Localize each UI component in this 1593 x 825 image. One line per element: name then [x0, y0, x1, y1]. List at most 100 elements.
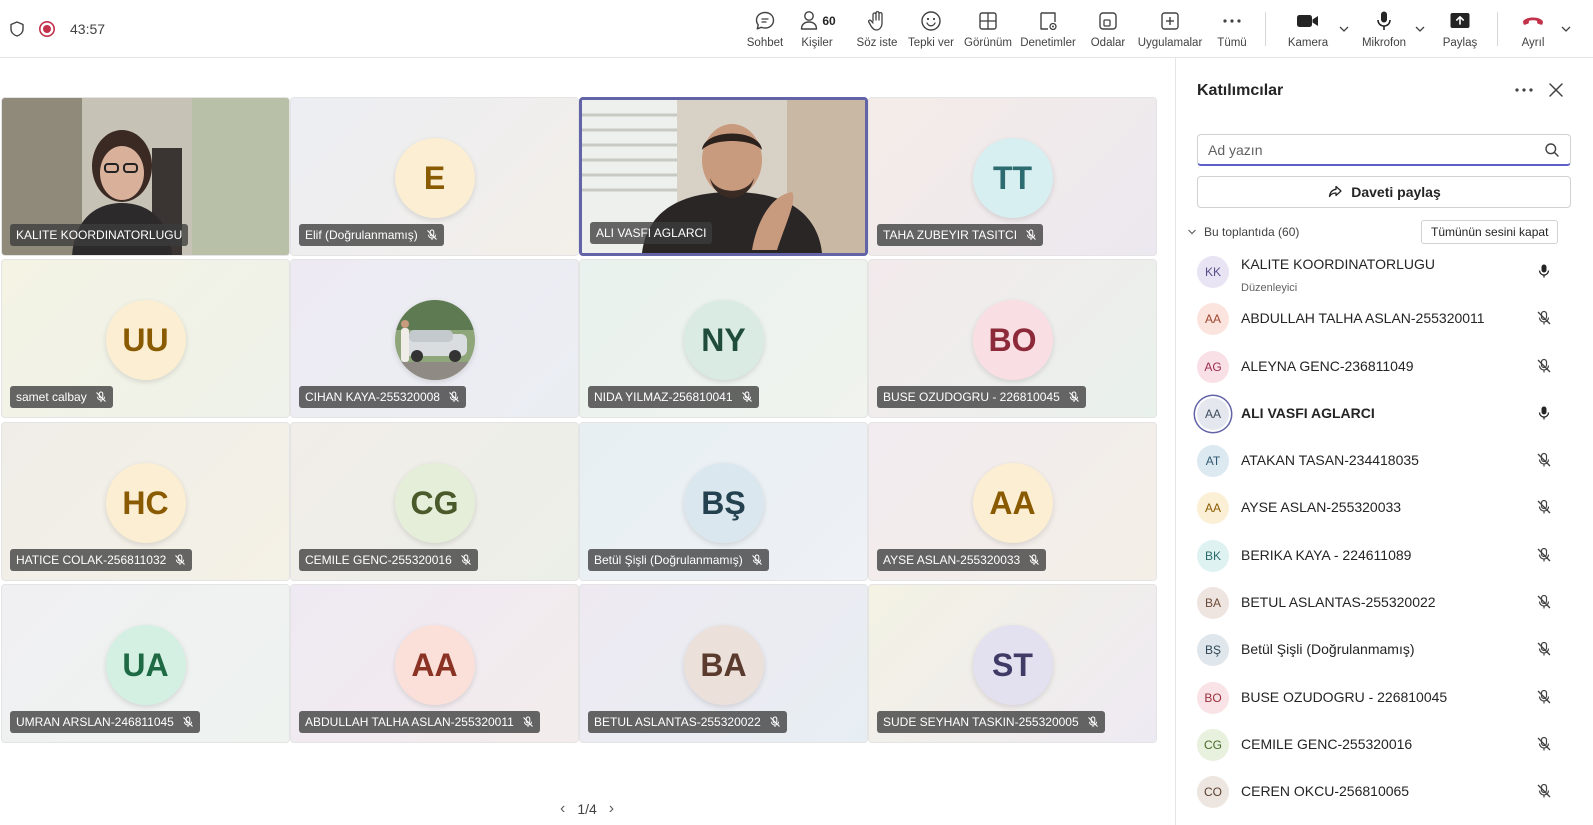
participant-row[interactable]: BO BUSE OZUDOGRU - 226810045 [1176, 674, 1593, 721]
participants-panel: Katılımcılar Daveti paylaş Bu toplantıda… [1175, 58, 1593, 825]
participant-name-label: KALITE KOORDINATORLUGU [10, 224, 189, 246]
avatar: AA [394, 625, 475, 705]
participant-name-label: UMRAN ARSLAN-246811045 [10, 711, 200, 733]
mic-muted-icon[interactable] [1536, 358, 1552, 379]
participant-tile[interactable]: E Elif (Doğrulanmamış) [290, 97, 579, 256]
participant-name: ALEYNA GENC-236811049 [1241, 357, 1414, 374]
participant-row[interactable]: AG ALEYNA GENC-236811049 [1176, 343, 1593, 390]
avatar: HC [105, 463, 186, 543]
mic-muted-icon [182, 716, 194, 728]
people-button[interactable]: 60 Kişiler [794, 8, 840, 62]
leave-button[interactable]: Ayrıl [1516, 8, 1550, 56]
more-options-icon[interactable] [1512, 80, 1536, 100]
participant-tile[interactable]: BO BUSE OZUDOGRU - 226810045 [868, 259, 1157, 418]
more-button[interactable]: Tümü [1216, 8, 1248, 56]
participant-tile[interactable]: AA AYSE ASLAN-255320033 [868, 422, 1157, 581]
avatar: AA [972, 463, 1053, 543]
participant-tile[interactable]: KALITE KOORDINATORLUGU [1, 97, 290, 256]
mic-muted-icon [95, 391, 107, 403]
share-content-button[interactable]: Paylaş [1441, 8, 1479, 56]
search-icon [1545, 143, 1559, 157]
next-page-icon[interactable]: › [609, 800, 614, 818]
participant-tile[interactable]: CG CEMILE GENC-255320016 [290, 422, 579, 581]
previous-page-icon[interactable]: ‹ [560, 800, 565, 818]
participant-name: ATAKAN TASAN-234418035 [1241, 452, 1419, 469]
breakout-rooms-button[interactable]: Odalar [1090, 8, 1126, 56]
search-input[interactable] [1208, 135, 1528, 165]
participant-row[interactable]: KK KALITE KOORDINATORLUGU Düzenleyici [1176, 248, 1593, 295]
camera-options-chevron-icon[interactable] [1337, 22, 1351, 36]
participant-tile[interactable]: UA UMRAN ARSLAN-246811045 [1, 584, 290, 743]
toolbar-divider [1265, 12, 1266, 46]
participant-row[interactable]: AA ALI VASFI AGLARCI [1176, 390, 1593, 437]
participant-name-label: Elif (Doğrulanmamış) [299, 224, 444, 246]
leave-options-chevron-icon[interactable] [1559, 22, 1573, 36]
close-icon[interactable] [1546, 80, 1566, 100]
participant-tile[interactable]: UU samet calbay [1, 259, 290, 418]
microphone-options-chevron-icon[interactable] [1413, 22, 1427, 36]
avatar: AT [1197, 445, 1229, 478]
video-camera-icon [1295, 8, 1321, 34]
avatar: BŞ [683, 463, 764, 543]
share-screen-icon [1448, 8, 1472, 34]
camera-button[interactable]: Kamera [1286, 8, 1330, 56]
meeting-timer: 43:57 [70, 21, 106, 37]
participant-tile[interactable]: BŞ Betül Şişli (Doğrulanmamış) [579, 422, 868, 581]
participant-name-label: BUSE OZUDOGRU - 226810045 [877, 386, 1086, 408]
page-indicator: 1/4 [577, 801, 597, 817]
participant-tile[interactable]: BA BETUL ASLANTAS-255320022 [579, 584, 868, 743]
share-icon [1329, 185, 1342, 198]
participant-tile[interactable]: AA ABDULLAH TALHA ASLAN-255320011 [290, 584, 579, 743]
hang-up-icon [1520, 8, 1546, 34]
avatar: BA [1197, 587, 1229, 620]
mic-muted-icon[interactable] [1536, 736, 1552, 757]
participant-role: Düzenleyici [1241, 282, 1298, 294]
participant-tile[interactable]: ST SUDE SEYHAN TASKIN-255320005 [868, 584, 1157, 743]
participant-row[interactable]: BK BERIKA KAYA - 224611089 [1176, 532, 1593, 579]
mic-muted-icon[interactable] [1536, 310, 1552, 331]
participant-tile[interactable]: NY NIDA YILMAZ-256810041 [579, 259, 868, 418]
participant-row[interactable]: BA BETUL ASLANTAS-255320022 [1176, 579, 1593, 626]
mic-muted-icon[interactable] [1536, 499, 1552, 520]
participant-tile[interactable]: HC HATICE COLAK-256811032 [1, 422, 290, 581]
participant-row[interactable]: CG CEMILE GENC-255320016 [1176, 721, 1593, 768]
participant-name-label: ALI VASFI AGLARCI [590, 222, 713, 244]
chat-button[interactable]: Sohbet [745, 8, 785, 56]
participant-name: BUSE OZUDOGRU - 226810045 [1241, 688, 1448, 705]
participant-row[interactable]: CO CEREN OKCU-256810065 [1176, 768, 1593, 815]
raise-hand-button[interactable]: Söz iste [856, 8, 898, 56]
apps-button[interactable]: Uygulamalar [1138, 8, 1202, 56]
mic-muted-icon[interactable] [1536, 641, 1552, 662]
participant-tile[interactable]: ALI VASFI AGLARCI [579, 97, 868, 256]
mic-muted-icon[interactable] [1536, 547, 1552, 568]
participant-list: KK KALITE KOORDINATORLUGU Düzenleyici AA ABD… [1176, 248, 1593, 816]
microphone-icon[interactable] [1536, 263, 1552, 284]
share-invite-button[interactable]: Daveti paylaş [1197, 176, 1571, 208]
shield-icon [8, 20, 26, 38]
mute-all-button[interactable]: Tümünün sesini kapat [1421, 220, 1559, 244]
mic-muted-icon[interactable] [1536, 594, 1552, 615]
participant-tile[interactable]: TT TAHA ZUBEYIR TASITCI [868, 97, 1157, 256]
participant-row[interactable]: BŞ Betül Şişli (Doğrulanmamış) [1176, 626, 1593, 673]
mic-muted-icon[interactable] [1536, 452, 1552, 473]
avatar: CG [1197, 728, 1229, 761]
participant-name-label: BETUL ASLANTAS-255320022 [588, 711, 787, 733]
controls-button[interactable]: Denetimler [1020, 8, 1076, 56]
react-button[interactable]: Tepki ver [908, 8, 954, 56]
participant-row[interactable]: AA ABDULLAH TALHA ASLAN-255320011 [1176, 295, 1593, 342]
participant-row[interactable]: AT ATAKAN TASAN-234418035 [1176, 437, 1593, 484]
microphone-button[interactable]: Mikrofon [1359, 8, 1409, 56]
mic-muted-icon[interactable] [1536, 783, 1552, 804]
microphone-icon[interactable] [1536, 405, 1552, 426]
participant-name-label: CIHAN KAYA-255320008 [299, 386, 466, 408]
participant-name-label: TAHA ZUBEYIR TASITCI [877, 224, 1044, 246]
participant-tile[interactable]: CIHAN KAYA-255320008 [290, 259, 579, 418]
teams-meeting-window: 43:57 Sohbet 60 Kişiler Söz iste Tepki v… [0, 0, 1593, 825]
mic-muted-icon [1087, 716, 1099, 728]
mic-muted-icon[interactable] [1536, 689, 1552, 710]
view-button[interactable]: Görünüm [962, 8, 1014, 56]
participant-name: BETUL ASLANTAS-255320022 [1241, 594, 1436, 611]
avatar: E [394, 138, 475, 218]
participant-name-label: NIDA YILMAZ-256810041 [588, 386, 759, 408]
participant-row[interactable]: AA AYSE ASLAN-255320033 [1176, 484, 1593, 531]
